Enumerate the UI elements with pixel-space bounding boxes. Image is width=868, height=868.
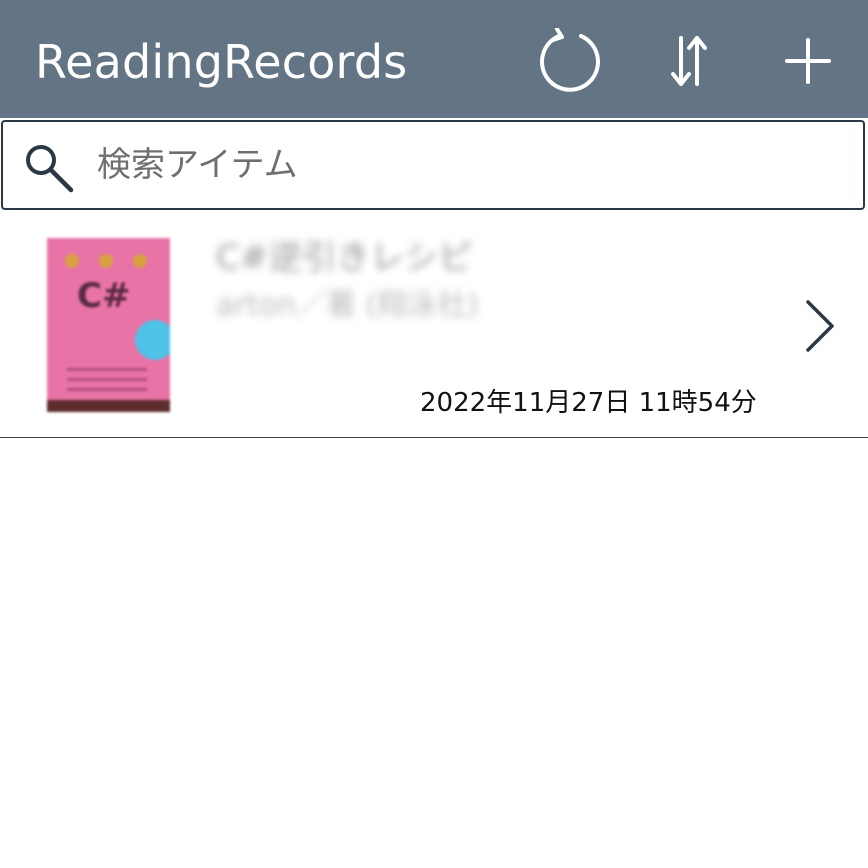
refresh-button[interactable] <box>537 28 603 94</box>
search-icon <box>26 145 74 193</box>
search-box[interactable] <box>1 120 865 210</box>
chevron-right-icon[interactable] <box>800 298 840 354</box>
search-input[interactable] <box>97 136 837 194</box>
sort-button[interactable] <box>656 28 722 94</box>
sort-icon <box>671 36 707 86</box>
refresh-icon <box>540 28 600 92</box>
book-author: arton／著 (翔泳社) <box>216 288 479 323</box>
record-timestamp: 2022年11月27日 11時54分 <box>420 388 757 418</box>
app-screen: ReadingRecords 検索アイテム C# C#逆引きレシピ arton／… <box>0 0 868 868</box>
book-cover-image: C# <box>47 238 170 412</box>
app-title: ReadingRecords <box>35 35 408 89</box>
header-bar: ReadingRecords <box>0 0 868 118</box>
list-item[interactable]: C# C#逆引きレシピ arton／著 (翔泳社) 2022年11月27日 11… <box>0 212 868 438</box>
book-title: C#逆引きレシピ <box>216 238 473 278</box>
add-button[interactable] <box>775 28 841 94</box>
add-icon <box>785 38 831 84</box>
